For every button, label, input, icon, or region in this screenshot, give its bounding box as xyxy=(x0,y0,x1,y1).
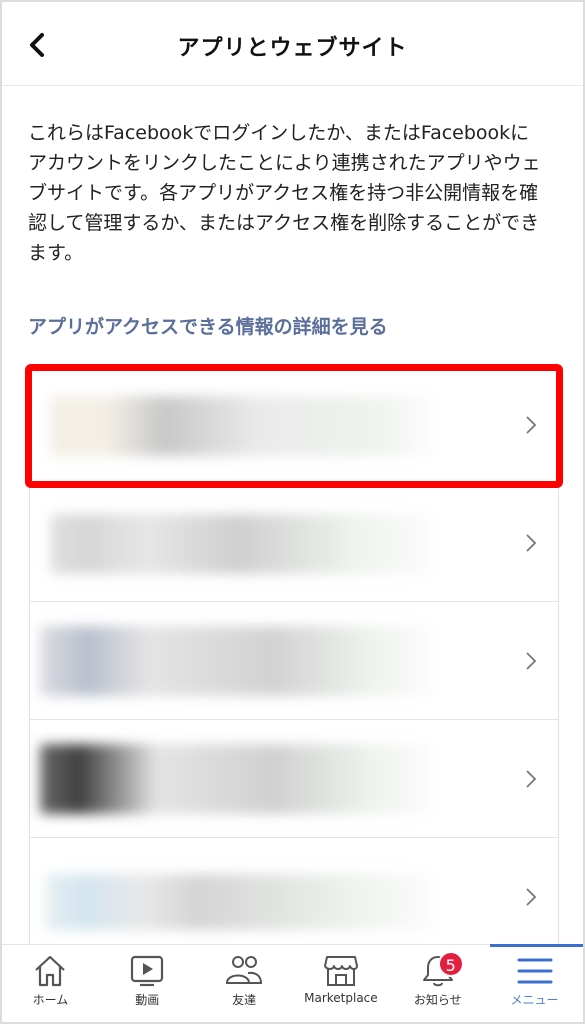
page-title: アプリとウェブサイト xyxy=(177,36,408,61)
home-icon xyxy=(35,955,66,987)
details-link[interactable]: アプリがアクセスできる情報の詳細を見る xyxy=(28,312,388,339)
video-icon xyxy=(131,955,164,987)
tab-label: 友達 xyxy=(232,993,257,1007)
menu-icon xyxy=(517,958,553,984)
blurred-app-info xyxy=(50,514,430,574)
blurred-app-info xyxy=(46,874,430,930)
tab-marketplace[interactable]: Marketplace xyxy=(292,945,389,1022)
tab-friends[interactable]: 友達 xyxy=(196,945,293,1022)
tab-label: 動画 xyxy=(135,993,160,1007)
tab-label: お知らせ xyxy=(413,993,462,1007)
tab-notifications[interactable]: 5 お知らせ xyxy=(389,945,486,1022)
chevron-right-icon xyxy=(526,416,537,434)
apps-list xyxy=(29,366,559,956)
app-list-item[interactable] xyxy=(30,602,558,720)
app-list-item[interactable] xyxy=(30,720,558,838)
header: アプリとウェブサイト xyxy=(2,2,583,86)
tab-menu[interactable]: メニュー xyxy=(486,944,583,1022)
description-text: これらはFacebookでログインしたか、またはFacebookにアカウントをリ… xyxy=(28,122,541,264)
tab-video[interactable]: 動画 xyxy=(99,945,196,1022)
chevron-right-icon xyxy=(526,652,537,670)
bottom-tab-bar: ホーム 動画 友達 Marketplace 5 お知らせ メニュー xyxy=(2,944,583,1022)
blurred-app-info xyxy=(40,626,430,696)
tab-label: メニュー xyxy=(510,993,559,1007)
notification-badge: 5 xyxy=(437,951,464,977)
app-screen: アプリとウェブサイト これらはFacebookでログインしたか、またはFaceb… xyxy=(2,2,583,1022)
tab-home[interactable]: ホーム xyxy=(2,945,99,1022)
friends-icon xyxy=(226,956,263,984)
app-list-item[interactable] xyxy=(30,366,558,484)
tab-label: Marketplace xyxy=(304,991,378,1005)
blurred-app-info xyxy=(50,396,430,456)
app-list-item[interactable] xyxy=(30,484,558,602)
chevron-right-icon xyxy=(526,534,537,552)
blurred-app-info xyxy=(40,744,430,814)
tab-label: ホーム xyxy=(32,993,69,1007)
app-list-item[interactable] xyxy=(30,838,558,956)
chevron-right-icon xyxy=(526,770,537,788)
marketplace-icon xyxy=(323,956,358,986)
chevron-right-icon xyxy=(526,888,537,906)
